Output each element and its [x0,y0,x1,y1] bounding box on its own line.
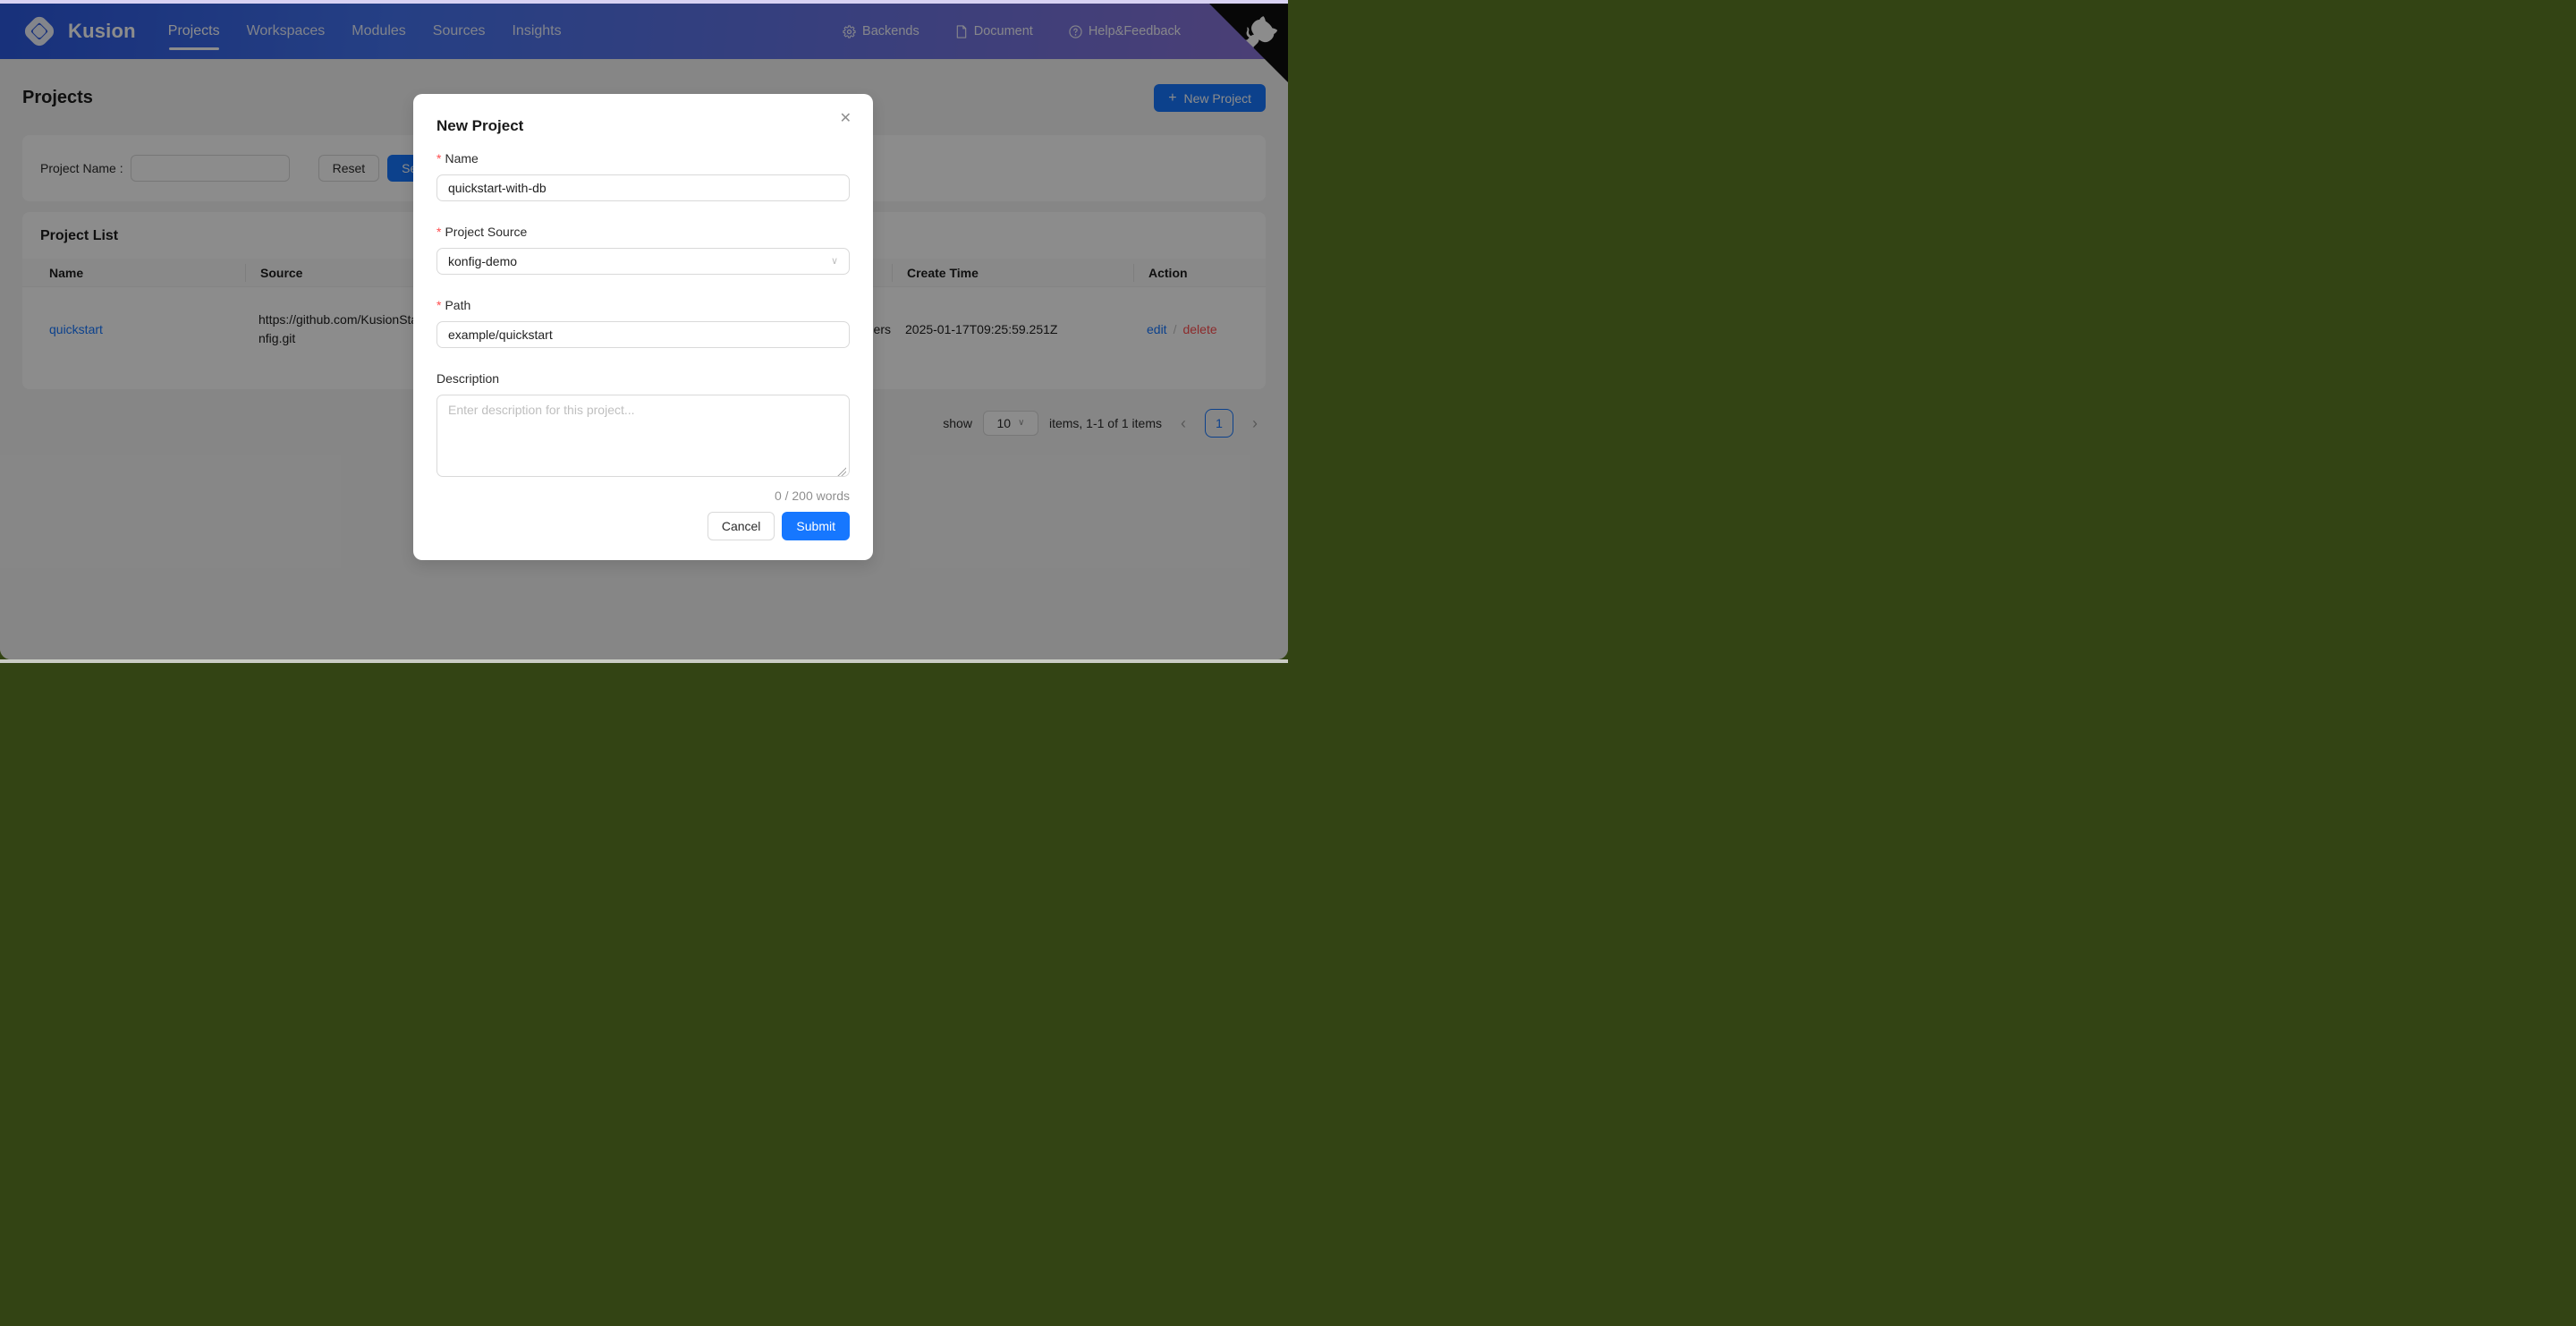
required-asterisk: * [436,298,441,312]
project-source-field: *Project Source konfig-demo ∨ [436,223,850,275]
window-bottom-strip [0,659,1288,663]
window-top-strip [0,0,1288,4]
project-source-label: *Project Source [436,223,850,241]
word-counter: 0 / 200 words [436,487,850,505]
path-input[interactable] [436,321,850,348]
cancel-button[interactable]: Cancel [708,512,775,540]
chevron-down-icon: ∨ [831,257,838,267]
submit-button[interactable]: Submit [782,512,850,540]
description-textarea[interactable] [436,395,850,477]
project-source-select[interactable]: konfig-demo ∨ [436,248,850,275]
path-field: *Path [436,296,850,348]
required-asterisk: * [436,225,441,239]
description-label: Description [436,370,850,387]
name-field: *Name [436,149,850,201]
name-input[interactable] [436,174,850,201]
app-window: Kusion Projects Workspaces Modules Sourc… [0,4,1288,659]
path-label: *Path [436,296,850,314]
name-label: *Name [436,149,850,167]
new-project-modal: ✕ New Project *Name *Project Source konf… [413,94,873,560]
modal-title: New Project [436,115,850,137]
project-source-value: konfig-demo [448,254,517,268]
required-asterisk: * [436,151,441,166]
close-icon[interactable]: ✕ [840,112,852,126]
description-field: Description 0 / 200 words [436,370,850,505]
